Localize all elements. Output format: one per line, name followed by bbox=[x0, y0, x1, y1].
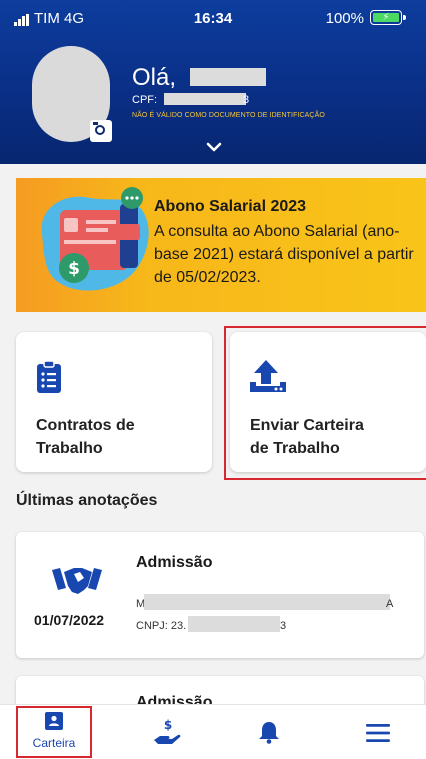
status-bar: TIM 4G 16:34 100% ⚡ bbox=[0, 0, 426, 36]
abono-banner[interactable]: $ Abono Salarial 2023 A consulta ao Abon… bbox=[16, 178, 426, 312]
battery-percent: 100% bbox=[325, 10, 364, 27]
camera-icon[interactable] bbox=[90, 120, 112, 142]
nav-carteira-highlight bbox=[16, 706, 92, 758]
money-hand-icon[interactable]: $ bbox=[152, 718, 182, 746]
svg-text:$: $ bbox=[164, 718, 172, 732]
svg-text:$: $ bbox=[68, 259, 80, 279]
cnpj-tail: 3 bbox=[280, 620, 287, 632]
latest-annotations-title: Últimas anotações bbox=[16, 492, 158, 509]
contracts-label: Contratos de Trabalho bbox=[36, 417, 135, 457]
annotation-date: 01/07/2022 bbox=[34, 612, 105, 628]
clipboard-list-icon bbox=[37, 360, 61, 393]
cpf-label: CPF: bbox=[132, 94, 158, 106]
contracts-card[interactable]: Contratos de Trabalho bbox=[16, 332, 212, 472]
send-workcard-highlight bbox=[224, 326, 426, 480]
greeting: Olá, bbox=[132, 64, 177, 91]
employer-redaction bbox=[144, 594, 390, 610]
wallet-illustration-icon: $ bbox=[41, 187, 149, 291]
bell-icon[interactable] bbox=[258, 720, 280, 744]
cnpj-redaction bbox=[188, 616, 280, 632]
hamburger-menu-icon[interactable] bbox=[366, 724, 390, 742]
cpf-disclaimer: NÃO É VÁLIDO COMO DOCUMENTO DE IDENTIFIC… bbox=[132, 112, 325, 119]
name-redaction bbox=[190, 68, 266, 86]
battery-icon: ⚡ bbox=[370, 10, 406, 25]
cpf-redaction bbox=[164, 93, 246, 105]
banner-text: A consulta ao Abono Salarial (ano-base 2… bbox=[154, 223, 414, 286]
annotation-title: Admissão bbox=[136, 554, 213, 571]
cpf-tail: 3 bbox=[243, 94, 250, 106]
banner-title: Abono Salarial 2023 bbox=[154, 198, 307, 215]
handshake-icon bbox=[52, 568, 102, 594]
annotation-card[interactable]: 01/07/2022 Admissão M A CNPJ: 23. 3 bbox=[16, 532, 424, 658]
employer-name-end: A bbox=[386, 598, 394, 610]
cnpj-label: CNPJ: 23. bbox=[136, 620, 187, 632]
profile-header: TIM 4G 16:34 100% ⚡ Olá, CPF: 3 NÃO É VÁ… bbox=[0, 0, 426, 164]
chevron-down-icon[interactable] bbox=[206, 140, 222, 154]
